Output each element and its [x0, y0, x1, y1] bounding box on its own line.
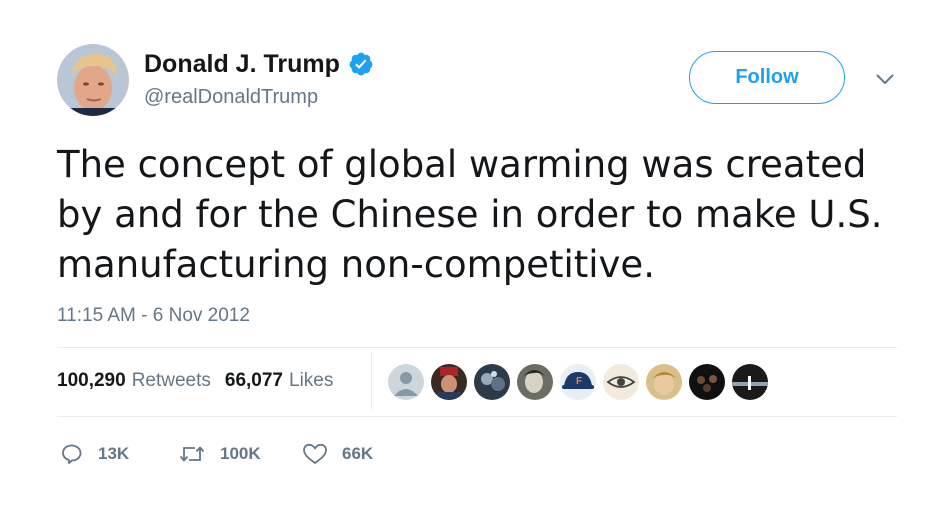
liker-avatar[interactable] [732, 364, 768, 400]
author-handle[interactable]: @realDonaldTrump [144, 86, 318, 109]
liker-avatars: F [388, 364, 775, 400]
reply-button[interactable]: 13K [60, 440, 178, 468]
liker-avatar[interactable] [603, 364, 639, 400]
tweet-text-line: The concept of global warming was create… [57, 143, 867, 186]
reply-count: 13K [98, 444, 130, 463]
svg-text:F: F [576, 376, 582, 387]
like-button[interactable]: 66K [302, 440, 373, 468]
tweet-text: The concept of global warming was create… [57, 140, 897, 290]
tweet-text-line: by and for the Chinese in order to make … [57, 193, 883, 236]
retweet-button[interactable]: 100K [178, 440, 302, 468]
liker-avatar[interactable]: F [560, 364, 596, 400]
follow-button[interactable]: Follow [689, 51, 845, 104]
liker-avatar[interactable] [517, 364, 553, 400]
retweets-count: 100,290 [57, 370, 126, 391]
tweet-stats: 100,290 Retweets 66,077 Likes [57, 370, 333, 392]
likes-stat[interactable]: 66,077 Likes [225, 370, 333, 392]
stats-separator [371, 352, 372, 411]
divider [57, 416, 897, 417]
retweet-icon [179, 446, 205, 462]
likes-label: Likes [289, 370, 334, 391]
like-count: 66K [342, 444, 374, 463]
author-avatar[interactable] [57, 44, 129, 116]
author-display-name[interactable]: Donald J. Trump [144, 50, 340, 79]
tweet-timestamp[interactable]: 11:15 AM - 6 Nov 2012 [57, 305, 250, 327]
liker-avatar[interactable] [689, 364, 725, 400]
liker-avatar[interactable] [431, 364, 467, 400]
author-name-row[interactable]: Donald J. Trump [144, 48, 374, 80]
tweet-menu-button[interactable] [872, 68, 898, 90]
retweet-count: 100K [220, 444, 261, 463]
divider [57, 347, 897, 348]
liker-avatar[interactable] [388, 364, 424, 400]
liker-avatar[interactable] [646, 364, 682, 400]
liker-avatar[interactable] [474, 364, 510, 400]
verified-badge-icon [348, 51, 374, 77]
chevron-down-icon [876, 74, 894, 84]
tweet-card: Donald J. Trump @realDonaldTrump Follow … [0, 0, 951, 515]
reply-icon [62, 444, 82, 464]
tweet-text-line: manufacturing non-competitive. [57, 243, 655, 286]
likes-count: 66,077 [224, 370, 284, 391]
heart-icon [303, 443, 327, 464]
retweets-label: Retweets [131, 370, 211, 391]
tweet-actions: 13K 100K 66K [60, 440, 373, 468]
retweets-stat[interactable]: 100,290 Retweets [57, 370, 211, 392]
